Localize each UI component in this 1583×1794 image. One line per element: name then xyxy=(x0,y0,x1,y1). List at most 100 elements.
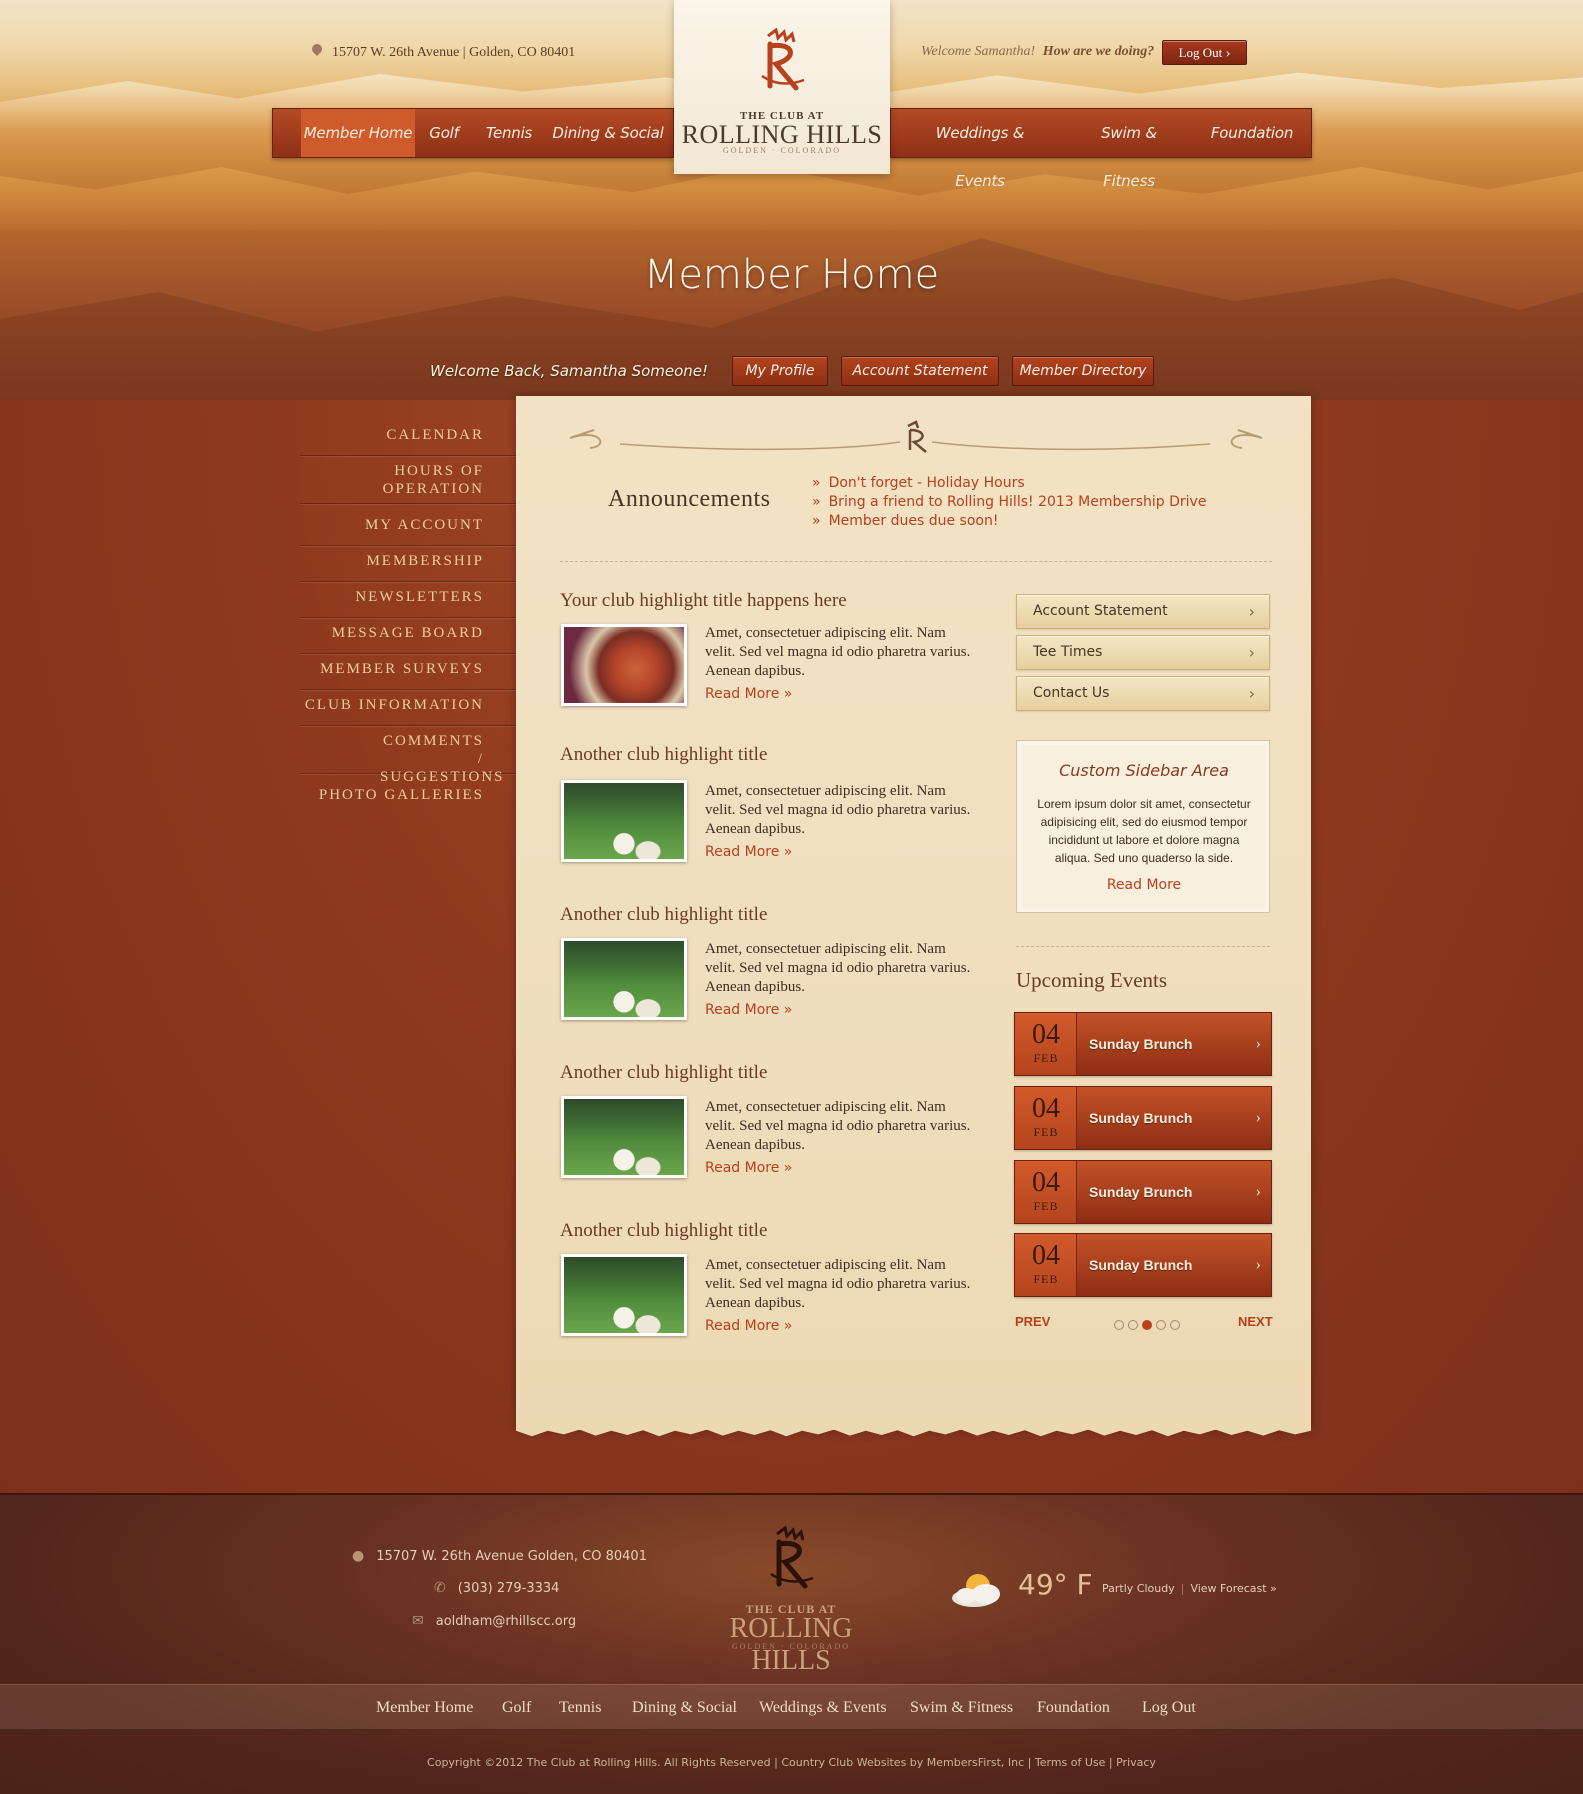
nav-golf[interactable]: Golf xyxy=(423,109,465,157)
event-day: 04 xyxy=(1032,1019,1060,1050)
highlight-image[interactable] xyxy=(561,1096,687,1178)
account-statement-button[interactable]: Account Statement xyxy=(841,356,999,386)
sidebar-item-membership[interactable]: MEMBERSHIP xyxy=(300,552,516,582)
header-address-text: 15707 W. 26th Avenue | Golden, CO 80401 xyxy=(332,45,576,60)
pager-dot[interactable] xyxy=(1142,1320,1152,1330)
divider-ornament-icon xyxy=(569,420,1263,453)
member-directory-button[interactable]: Member Directory xyxy=(1012,356,1154,386)
welcome-text: Welcome Samantha! xyxy=(921,44,1036,59)
read-more-link[interactable]: Read More » xyxy=(705,1002,792,1018)
custom-sidebar-read-more[interactable]: Read More xyxy=(1017,877,1271,893)
event-card[interactable]: 04 FEB Sunday Brunch › xyxy=(1014,1233,1272,1297)
footer-nav-swim-fitness[interactable]: Swim & Fitness xyxy=(910,1685,1013,1731)
club-crest-icon xyxy=(770,1526,814,1589)
read-more-link[interactable]: Read More » xyxy=(705,844,792,860)
weather-condition: Partly Cloudy | View Forecast » xyxy=(1102,1582,1277,1595)
quick-link-tee-times[interactable]: Tee Times › xyxy=(1016,635,1270,670)
sidebar-item-my-account[interactable]: MY ACCOUNT xyxy=(300,516,516,546)
logout-button[interactable]: Log Out xyxy=(1162,40,1247,65)
quick-link-label: Account Statement xyxy=(1033,603,1168,619)
quick-link-contact-us[interactable]: Contact Us › xyxy=(1016,676,1270,711)
separator: | xyxy=(1180,1582,1185,1595)
sidebar-item-club-information[interactable]: CLUB INFORMATION xyxy=(300,696,516,726)
events-next-button[interactable]: NEXT xyxy=(1238,1314,1273,1329)
my-profile-button[interactable]: My Profile xyxy=(732,356,828,386)
weather-temperature: 49° F xyxy=(1018,1568,1093,1601)
sidebar-item-photo-galleries[interactable]: PHOTO GALLERIES xyxy=(300,786,516,816)
event-card[interactable]: 04 FEB Sunday Brunch › xyxy=(1014,1160,1272,1224)
pager-dot[interactable] xyxy=(1114,1320,1124,1330)
quick-link-label: Tee Times xyxy=(1033,644,1103,660)
header-address: 15707 W. 26th Avenue | Golden, CO 80401 xyxy=(312,44,575,61)
highlight-image[interactable] xyxy=(561,938,687,1020)
announcement-item[interactable]: Member dues due soon! xyxy=(812,512,1206,531)
nav-dining-social[interactable]: Dining & Social xyxy=(545,109,671,157)
phone-icon: ✆ xyxy=(434,1580,446,1596)
upcoming-events-title: Upcoming Events xyxy=(1016,968,1168,992)
sidebar-item-newsletters[interactable]: NEWSLETTERS xyxy=(300,588,516,618)
club-logo[interactable]: THE CLUB AT ROLLING HILLS GOLDEN · COLOR… xyxy=(674,0,890,174)
highlight-image[interactable] xyxy=(561,780,687,862)
footer-email-text[interactable]: aoldham@rhillscc.org xyxy=(436,1614,576,1629)
footer-nav-member-home[interactable]: Member Home xyxy=(376,1685,473,1731)
quick-link-label: Contact Us xyxy=(1033,685,1110,701)
event-date: 04 FEB xyxy=(1015,1013,1077,1075)
footer-nav-weddings-events[interactable]: Weddings & Events xyxy=(759,1685,887,1731)
sidebar-item-comments[interactable]: COMMENTS / SUGGESTIONS xyxy=(300,732,516,785)
header-welcome: Welcome Samantha! How are we doing? xyxy=(921,44,1154,60)
footer-nav-golf[interactable]: Golf xyxy=(502,1685,531,1731)
footer-nav-tennis[interactable]: Tennis xyxy=(559,1685,601,1731)
event-month: FEB xyxy=(1033,1051,1059,1065)
view-forecast-link[interactable]: View Forecast » xyxy=(1190,1582,1276,1595)
highlight-title[interactable]: Another club highlight title xyxy=(560,1062,767,1084)
event-month: FEB xyxy=(1033,1199,1059,1213)
read-more-link[interactable]: Read More » xyxy=(705,1318,792,1334)
footer-nav-log-out[interactable]: Log Out xyxy=(1142,1685,1196,1731)
nav-weddings-events[interactable]: Weddings & Events xyxy=(911,109,1049,190)
highlight-title[interactable]: Another club highlight title xyxy=(560,904,767,926)
chevron-right-icon: › xyxy=(1255,1183,1261,1200)
event-name: Sunday Brunch xyxy=(1089,1036,1193,1052)
event-date: 04 FEB xyxy=(1015,1161,1077,1223)
sidebar-item-calendar[interactable]: CALENDAR xyxy=(300,426,516,456)
pager-dot[interactable] xyxy=(1156,1320,1166,1330)
announcement-item[interactable]: Don't forget - Holiday Hours xyxy=(812,474,1206,493)
sidebar-item-member-surveys[interactable]: MEMBER SURVEYS xyxy=(300,660,516,690)
chevron-right-icon: › xyxy=(1255,1256,1261,1273)
nav-member-home[interactable]: Member Home xyxy=(301,109,415,157)
event-card[interactable]: 04 FEB Sunday Brunch › xyxy=(1014,1086,1272,1150)
highlight-title[interactable]: Another club highlight title xyxy=(560,744,767,766)
event-card[interactable]: 04 FEB Sunday Brunch › xyxy=(1014,1012,1272,1076)
highlight-image[interactable] xyxy=(561,624,687,706)
footer-phone-text[interactable]: (303) 279-3334 xyxy=(458,1581,560,1596)
main-nav-left: Member Home Golf Tennis Dining & Social xyxy=(272,108,674,158)
footer-nav-foundation[interactable]: Foundation xyxy=(1037,1685,1110,1731)
footer-logo[interactable]: THE CLUB AT ROLLING HILLS GOLDEN · COLOR… xyxy=(693,1518,889,1676)
event-name: Sunday Brunch xyxy=(1089,1184,1193,1200)
nav-foundation[interactable]: Foundation xyxy=(1201,109,1303,157)
footer-logo-sub: GOLDEN · COLORADO xyxy=(732,1642,850,1651)
read-more-link[interactable]: Read More » xyxy=(705,686,792,702)
event-day: 04 xyxy=(1032,1093,1060,1124)
highlight-image[interactable] xyxy=(561,1254,687,1336)
custom-sidebar-title: Custom Sidebar Area xyxy=(1059,761,1229,780)
footer-nav-dining-social[interactable]: Dining & Social xyxy=(632,1685,737,1731)
highlight-text: Amet, consectetuer adipiscing elit. Nam … xyxy=(705,783,971,837)
sidebar-item-message-board[interactable]: MESSAGE BOARD xyxy=(300,624,516,654)
highlight-title[interactable]: Your club highlight title happens here xyxy=(560,590,847,612)
highlight-title[interactable]: Another club highlight title xyxy=(560,1220,767,1242)
event-name: Sunday Brunch xyxy=(1089,1110,1193,1126)
quick-link-account-statement[interactable]: Account Statement › xyxy=(1016,594,1270,629)
nav-tennis[interactable]: Tennis xyxy=(479,109,539,157)
pager-dot[interactable] xyxy=(1170,1320,1180,1330)
events-prev-button[interactable]: PREV xyxy=(1015,1314,1050,1329)
announcement-item[interactable]: Bring a friend to Rolling Hills! 2013 Me… xyxy=(812,493,1207,512)
sidebar-item-hours[interactable]: HOURS OF OPERATION xyxy=(300,462,516,504)
footer-phone: ✆ (303) 279-3334 xyxy=(434,1580,559,1596)
feedback-link[interactable]: How are we doing? xyxy=(1043,44,1155,59)
pager-dot[interactable] xyxy=(1128,1320,1138,1330)
footer-address-text: 15707 W. 26th Avenue Golden, CO 80401 xyxy=(376,1549,647,1564)
nav-swim-fitness[interactable]: Swim & Fitness xyxy=(1073,109,1185,190)
read-more-link[interactable]: Read More » xyxy=(705,1160,792,1176)
announcements-list: Don't forget - Holiday Hours Bring a fri… xyxy=(812,474,1207,531)
